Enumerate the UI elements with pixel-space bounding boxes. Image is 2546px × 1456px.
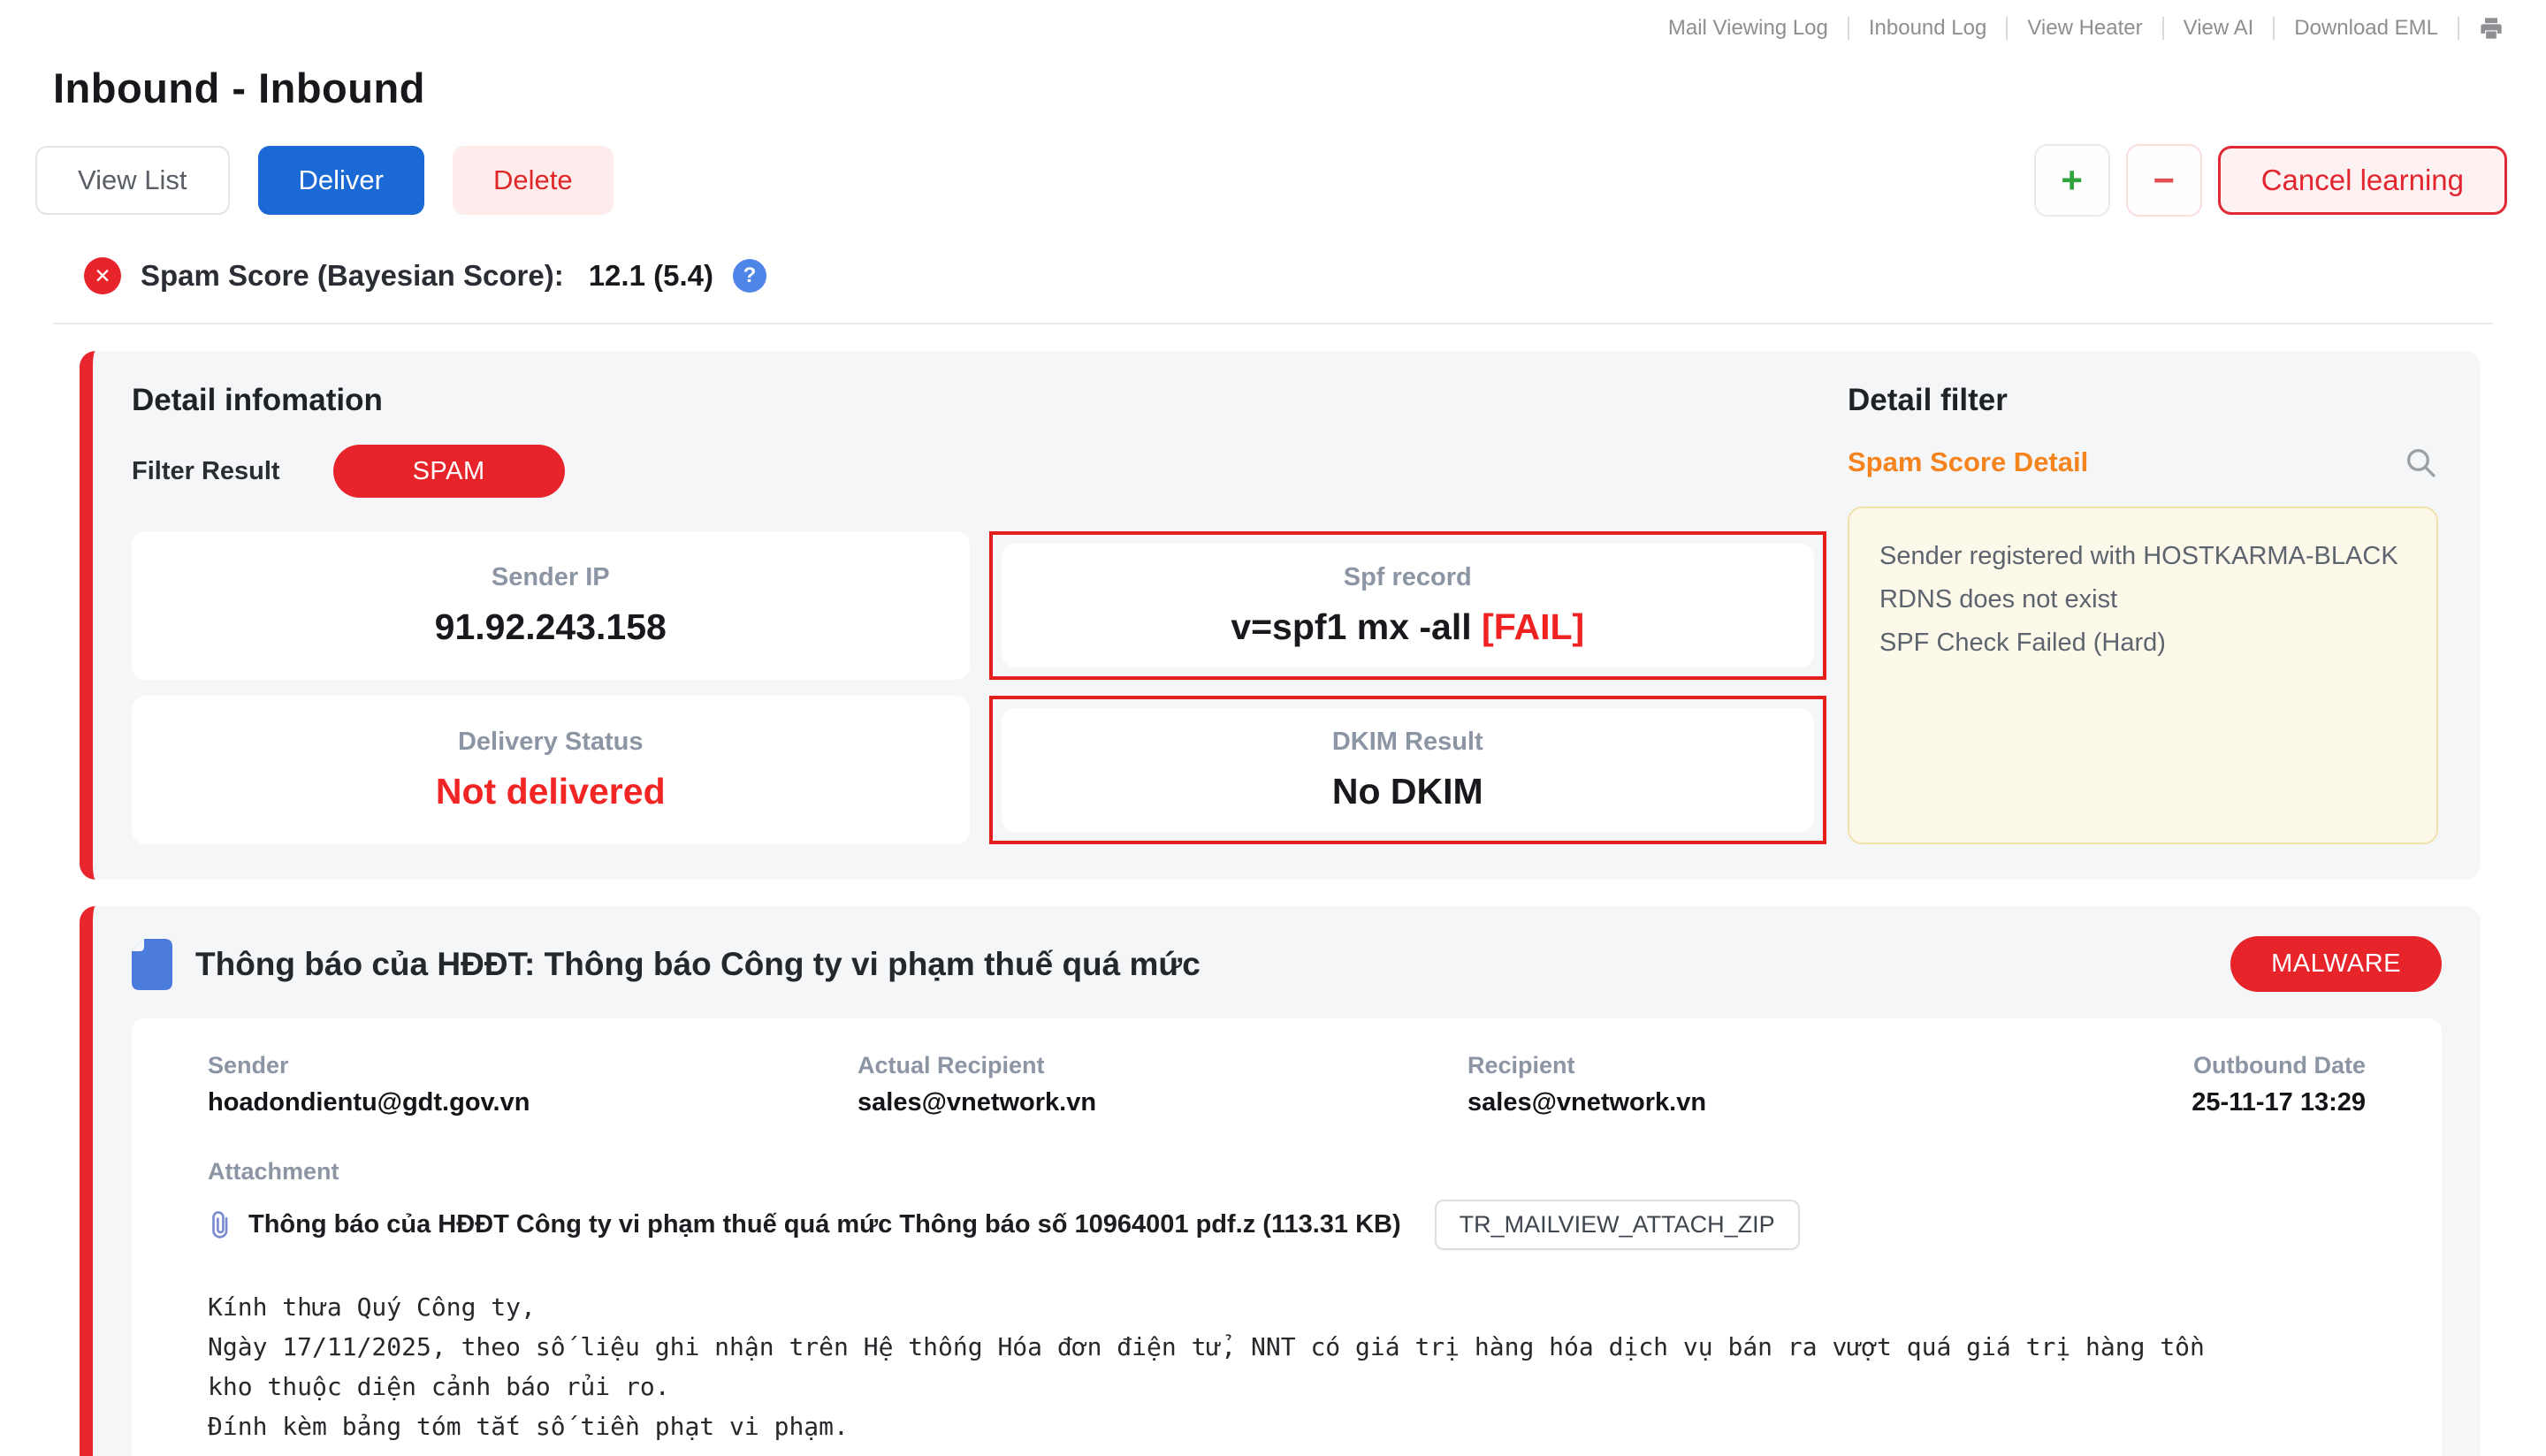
recipient-value: sales@vnetwork.vn: [1467, 1088, 2192, 1117]
outbound-date-label: Outbound Date: [2192, 1052, 2366, 1079]
malware-badge: MALWARE: [2230, 936, 2442, 992]
actual-recipient-value: sales@vnetwork.vn: [858, 1088, 1467, 1117]
email-fields-row: Sender hoadondientu@gdt.gov.vn Actual Re…: [208, 1052, 2366, 1117]
outbound-date-value: 25-11-17 13:29: [2192, 1088, 2366, 1117]
spf-record-card-slot: Spf record v=spf1 mx -all [FAIL]: [989, 531, 1827, 680]
add-score-button[interactable]: +: [2034, 144, 2110, 217]
sender-ip-card: Sender IP 91.92.243.158: [132, 531, 970, 680]
deliver-button[interactable]: Deliver: [258, 146, 424, 215]
spam-reason: Sender registered with HOSTKARMA-BLACK: [1879, 535, 2406, 578]
spam-score-value: 12.1 (5.4): [589, 259, 713, 293]
view-list-button[interactable]: View List: [35, 146, 230, 215]
delivery-status-card-slot: Delivery Status Not delivered: [132, 696, 970, 844]
spf-record-text: v=spf1 mx -all: [1231, 606, 1471, 647]
attachment-name[interactable]: Thông báo của HĐĐT Công ty vi phạm thuế …: [248, 1210, 1401, 1239]
nav-mail-viewing-log[interactable]: Mail Viewing Log: [1668, 16, 1828, 41]
spam-reason: SPF Check Failed (Hard): [1879, 621, 2406, 665]
email-body-line: Kính thưa Quý Công ty,: [208, 1287, 2366, 1327]
spf-record-value: v=spf1 mx -all [FAIL]: [1231, 606, 1584, 648]
spf-fail-tag: [FAIL]: [1482, 606, 1584, 647]
detail-panel: Detail infomation Filter Result SPAM Sen…: [80, 351, 2481, 880]
detail-filter-section: Detail filter Spam Score Detail Sender r…: [1848, 383, 2438, 844]
sender-ip-card-slot: Sender IP 91.92.243.158: [132, 531, 970, 680]
spam-reason: RDNS does not exist: [1879, 578, 2406, 621]
nav-separator: [2162, 17, 2164, 40]
attachment-rule-tag: TR_MAILVIEW_ATTACH_ZIP: [1435, 1200, 1800, 1250]
delete-button[interactable]: Delete: [453, 146, 614, 215]
toolbar: View List Deliver Delete + − Cancel lear…: [35, 144, 2507, 217]
detail-information-heading: Detail infomation: [132, 383, 1826, 418]
spam-status-badge: SPAM: [333, 445, 565, 498]
email-content-card: Sender hoadondientu@gdt.gov.vn Actual Re…: [132, 1018, 2442, 1456]
email-panel: Thông báo của HĐĐT: Thông báo Công ty vi…: [80, 906, 2481, 1456]
info-cards-grid: Sender IP 91.92.243.158 Spf record v=spf…: [132, 531, 1826, 844]
recipient-label: Recipient: [1467, 1052, 2192, 1079]
toolbar-left: View List Deliver Delete: [35, 146, 614, 215]
spam-score-detail-label: Spam Score Detail: [1848, 446, 2088, 478]
actual-recipient-label: Actual Recipient: [858, 1052, 1467, 1079]
cancel-learning-button[interactable]: Cancel learning: [2218, 146, 2507, 215]
email-body-line: Ngày 17/11/2025, theo số liệu ghi nhận t…: [208, 1327, 2366, 1367]
spam-score-detail-row: Spam Score Detail: [1848, 445, 2438, 480]
sender-ip-label: Sender IP: [492, 563, 610, 592]
page-title: Inbound - Inbound: [53, 64, 2546, 112]
mail-viewing-page: Mail Viewing Log Inbound Log View Heater…: [0, 0, 2546, 1456]
subtract-score-button[interactable]: −: [2126, 144, 2202, 217]
email-subject: Thông báo của HĐĐT: Thông báo Công ty vi…: [195, 946, 2207, 983]
delivery-status-label: Delivery Status: [458, 728, 644, 757]
actual-recipient-field: Actual Recipient sales@vnetwork.vn: [858, 1052, 1467, 1117]
filter-result-label: Filter Result: [132, 457, 280, 486]
printer-icon[interactable]: [2479, 16, 2504, 41]
nav-separator: [2006, 17, 2008, 40]
outbound-date-field: Outbound Date 25-11-17 13:29: [2192, 1052, 2366, 1117]
section-divider: [53, 323, 2493, 324]
delivery-status-value: Not delivered: [436, 771, 666, 812]
spam-score-label: Spam Score (Bayesian Score):: [141, 259, 564, 293]
email-body-line: kho thuộc diện cảnh báo rủi ro.: [208, 1367, 2366, 1406]
nav-download-eml[interactable]: Download EML: [2294, 16, 2438, 41]
nav-view-heater[interactable]: View Heater: [2027, 16, 2142, 41]
recipient-field: Recipient sales@vnetwork.vn: [1467, 1052, 2192, 1117]
sender-label: Sender: [208, 1052, 858, 1079]
email-header: Thông báo của HĐĐT: Thông báo Công ty vi…: [132, 936, 2442, 992]
dkim-result-value: No DKIM: [1332, 771, 1483, 812]
nav-view-ai[interactable]: View AI: [2184, 16, 2254, 41]
spf-record-card: Spf record v=spf1 mx -all [FAIL]: [1002, 544, 1815, 667]
help-question-icon[interactable]: ?: [733, 259, 766, 293]
nav-separator: [2273, 17, 2275, 40]
spam-reasons-box: Sender registered with HOSTKARMA-BLACK R…: [1848, 507, 2438, 844]
spf-record-label: Spf record: [1344, 563, 1472, 592]
document-icon: [132, 939, 172, 990]
nav-separator: [2458, 17, 2459, 40]
email-body-line: Đính kèm bảng tóm tắt số tiền phạt vi ph…: [208, 1406, 2366, 1446]
attachment-row: Thông báo của HĐĐT Công ty vi phạm thuế …: [208, 1200, 2366, 1250]
delivery-status-card: Delivery Status Not delivered: [132, 696, 970, 844]
paperclip-icon: [208, 1210, 234, 1240]
detail-filter-heading: Detail filter: [1848, 383, 2438, 418]
dkim-result-card: DKIM Result No DKIM: [1002, 708, 1815, 832]
nav-inbound-log[interactable]: Inbound Log: [1869, 16, 1986, 41]
sender-field: Sender hoadondientu@gdt.gov.vn: [208, 1052, 858, 1117]
sender-ip-value: 91.92.243.158: [435, 606, 667, 648]
spam-score-row: ✕ Spam Score (Bayesian Score): 12.1 (5.4…: [84, 257, 2546, 294]
top-nav: Mail Viewing Log Inbound Log View Heater…: [0, 0, 2546, 41]
email-body: Kính thưa Quý Công ty, Ngày 17/11/2025, …: [208, 1287, 2366, 1446]
nav-separator: [1848, 17, 1849, 40]
dkim-result-label: DKIM Result: [1332, 728, 1483, 757]
filter-result-row: Filter Result SPAM: [132, 445, 1826, 498]
error-x-icon: ✕: [84, 257, 121, 294]
detail-information-section: Detail infomation Filter Result SPAM Sen…: [132, 383, 1826, 844]
search-icon[interactable]: [2403, 445, 2438, 480]
attachment-label: Attachment: [208, 1158, 2366, 1185]
toolbar-right: + − Cancel learning: [2034, 144, 2507, 217]
dkim-result-card-slot: DKIM Result No DKIM: [989, 696, 1827, 844]
sender-value: hoadondientu@gdt.gov.vn: [208, 1088, 858, 1117]
